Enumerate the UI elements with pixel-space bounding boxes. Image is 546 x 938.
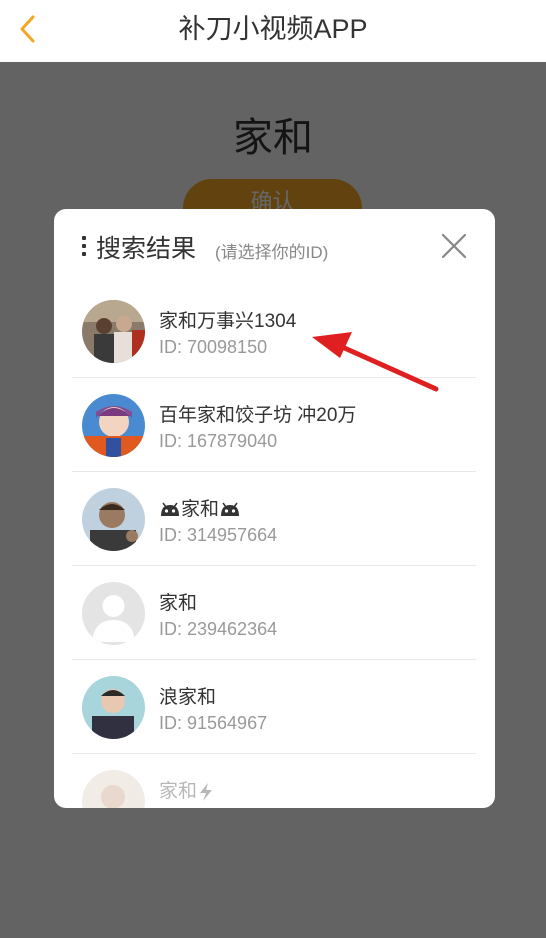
- android-icon: [161, 502, 179, 516]
- results-list: 家和万事兴1304 ID: 70098150 百年家和饺子坊 冲20万 ID: …: [72, 284, 476, 808]
- result-name: 浪家和: [159, 687, 217, 708]
- result-id: ID: 91564967: [159, 713, 268, 733]
- close-icon: [441, 233, 467, 259]
- result-item[interactable]: 浪家和 ID: 91564967: [72, 660, 476, 754]
- avatar: [82, 770, 145, 808]
- dialog-title: 搜索结果: [96, 235, 197, 263]
- avatar: [82, 676, 145, 739]
- search-results-dialog: 搜索结果 (请选择你的ID) 家和万事兴1304 ID: 70098150 百年…: [54, 209, 495, 808]
- result-item[interactable]: 百年家和饺子坊 冲20万 ID: 167879040: [72, 378, 476, 472]
- menu-dots-icon: [82, 236, 88, 258]
- app-header: 补刀小视频APP: [0, 0, 546, 62]
- result-id: ID: 167879040: [159, 431, 278, 451]
- result-item[interactable]: 家和 ID: 239462364: [72, 566, 476, 660]
- close-button[interactable]: [441, 233, 467, 259]
- avatar: [82, 488, 145, 551]
- default-avatar-icon: [82, 582, 145, 645]
- dialog-header: 搜索结果 (请选择你的ID): [54, 209, 495, 279]
- result-id: ID: 314957664: [159, 525, 278, 545]
- android-icon: [221, 502, 240, 516]
- avatar: [82, 394, 145, 457]
- result-name: 家和: [159, 494, 241, 521]
- result-item[interactable]: 家和 ID: 314957664: [72, 472, 476, 566]
- dialog-subtitle: (请选择你的ID): [215, 243, 329, 262]
- result-item[interactable]: 家和万事兴1304 ID: 70098150: [72, 284, 476, 378]
- result-id: ID: 239462364: [159, 619, 278, 639]
- result-name: 百年家和饺子坊 冲20万: [159, 405, 357, 426]
- result-name: 家和: [159, 776, 215, 803]
- avatar: [82, 300, 145, 363]
- result-id: ID: 70098150: [159, 337, 268, 357]
- page-title: 补刀小视频APP: [178, 14, 368, 44]
- result-name: 家和万事兴1304: [159, 311, 297, 332]
- result-name: 家和: [159, 593, 198, 614]
- lightning-icon: [200, 782, 213, 801]
- result-item[interactable]: 家和: [72, 754, 476, 808]
